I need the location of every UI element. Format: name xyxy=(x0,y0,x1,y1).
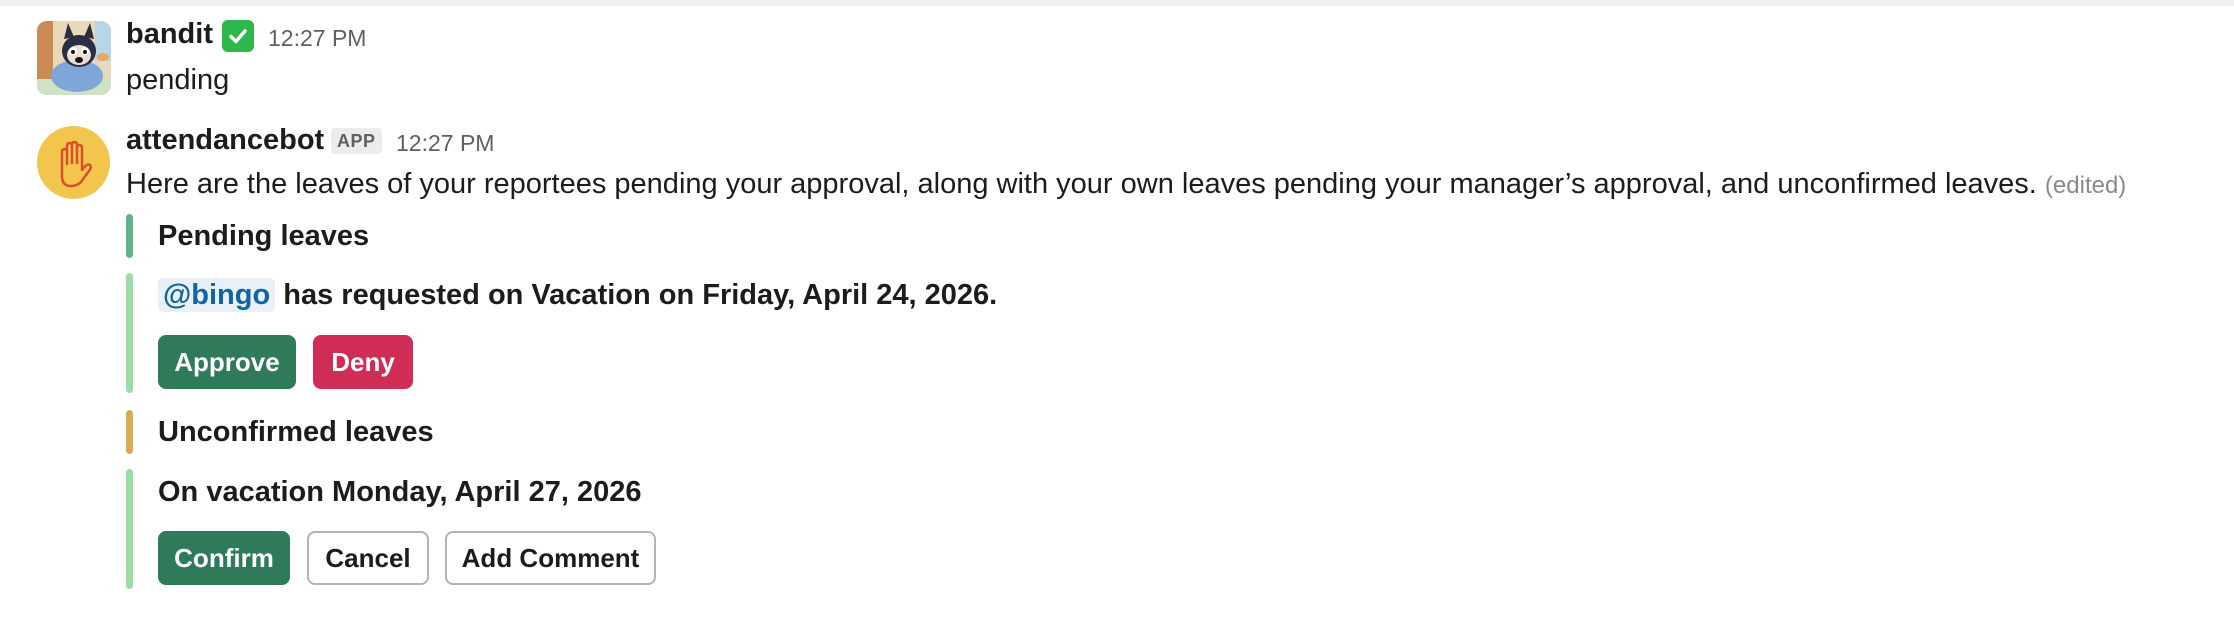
pending-leaves-heading: Pending leaves xyxy=(158,220,370,252)
top-divider xyxy=(0,0,2234,6)
avatar-bandit[interactable] xyxy=(37,21,111,95)
app-badge: APP xyxy=(331,128,382,154)
request-description: has requested on Vacation on Friday, Apr… xyxy=(283,279,998,311)
confirm-button[interactable]: Confirm xyxy=(158,531,290,585)
attachment-accent-bar xyxy=(126,273,133,393)
message-body: Here are the leaves of your reportees pe… xyxy=(126,168,2037,200)
attachment-accent-bar xyxy=(126,469,133,589)
edited-label: (edited) xyxy=(2044,172,2127,199)
white-check-mark-icon xyxy=(222,20,254,52)
message-text: Here are the leaves of your reportees pe… xyxy=(126,168,2126,201)
leave-request-text: @bingo has requested on Vacation on Frid… xyxy=(158,278,998,312)
message-timestamp[interactable]: 12:27 PM xyxy=(268,25,366,52)
avatar-attendancebot[interactable] xyxy=(37,126,110,199)
message-text: pending xyxy=(126,64,230,96)
unconfirmed-leaves-heading: Unconfirmed leaves xyxy=(158,416,434,448)
unconfirmed-leave-text: On vacation Monday, April 27, 2026 xyxy=(158,476,642,508)
message-timestamp[interactable]: 12:27 PM xyxy=(396,130,494,157)
author-name-bandit[interactable]: bandit xyxy=(126,18,213,51)
user-mention-bingo[interactable]: @bingo xyxy=(158,278,276,312)
cancel-button[interactable]: Cancel xyxy=(307,531,429,585)
section-accent-bar xyxy=(126,214,133,258)
section-accent-bar xyxy=(126,410,133,454)
raised-hand-icon xyxy=(60,140,93,188)
approve-button[interactable]: Approve xyxy=(158,335,296,389)
deny-button[interactable]: Deny xyxy=(313,335,413,389)
add-comment-button[interactable]: Add Comment xyxy=(445,531,656,585)
author-name-attendancebot[interactable]: attendancebot xyxy=(126,124,324,157)
